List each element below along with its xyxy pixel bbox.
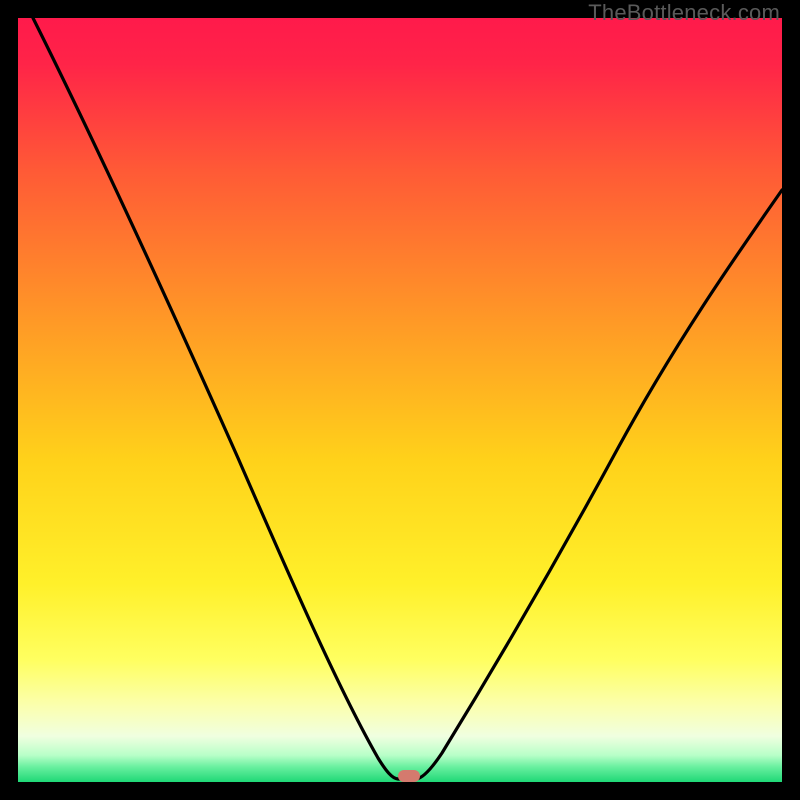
gradient-background (18, 18, 782, 782)
watermark-text: TheBottleneck.com (588, 0, 780, 26)
bottleneck-plot (18, 18, 782, 782)
balance-marker (398, 770, 420, 782)
chart-frame: TheBottleneck.com (0, 0, 800, 800)
